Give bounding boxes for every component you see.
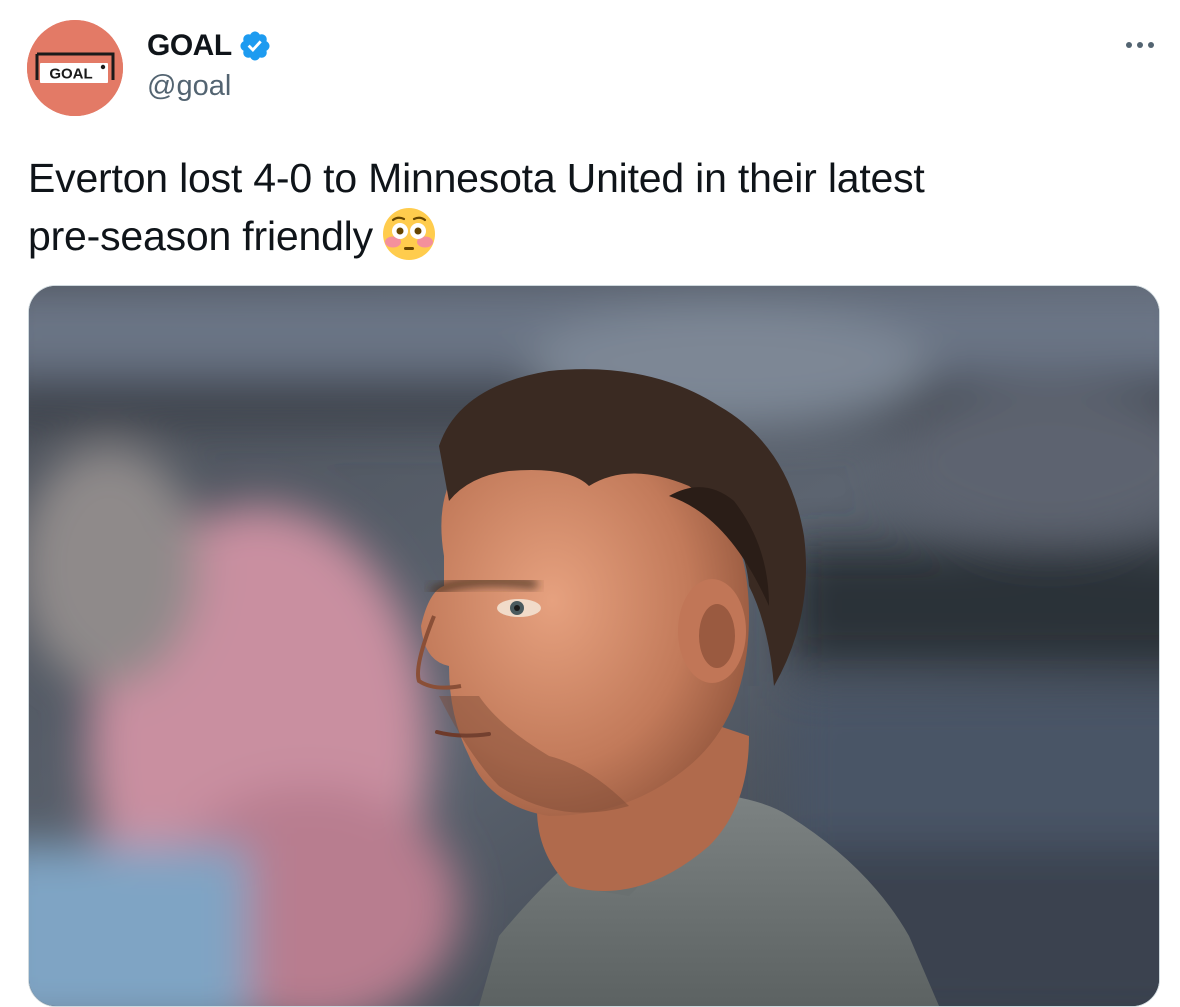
author-handle[interactable]: @goal (147, 70, 231, 103)
goal-logo: GOAL (27, 20, 123, 116)
more-options-icon[interactable] (1120, 32, 1160, 58)
photo-coach-portrait (29, 286, 1159, 1006)
tweet-text: Everton lost 4-0 to Minnesota United in … (28, 150, 1138, 264)
tweet-card: GOAL GOAL @goal Everton lost 4-0 to Minn… (0, 0, 1180, 1007)
author-name-row: GOAL (147, 26, 272, 66)
tweet-text-line-1: Everton lost 4-0 to Minnesota United in … (28, 155, 925, 201)
tweet-photo[interactable] (28, 285, 1160, 1007)
display-name[interactable]: GOAL (147, 29, 232, 63)
verified-badge-icon (238, 29, 272, 63)
avatar[interactable]: GOAL (27, 20, 123, 116)
tweet-text-line-2: pre-season friendly (28, 213, 373, 259)
flushed-face-emoji-icon (381, 206, 437, 262)
svg-text:GOAL: GOAL (49, 66, 92, 83)
